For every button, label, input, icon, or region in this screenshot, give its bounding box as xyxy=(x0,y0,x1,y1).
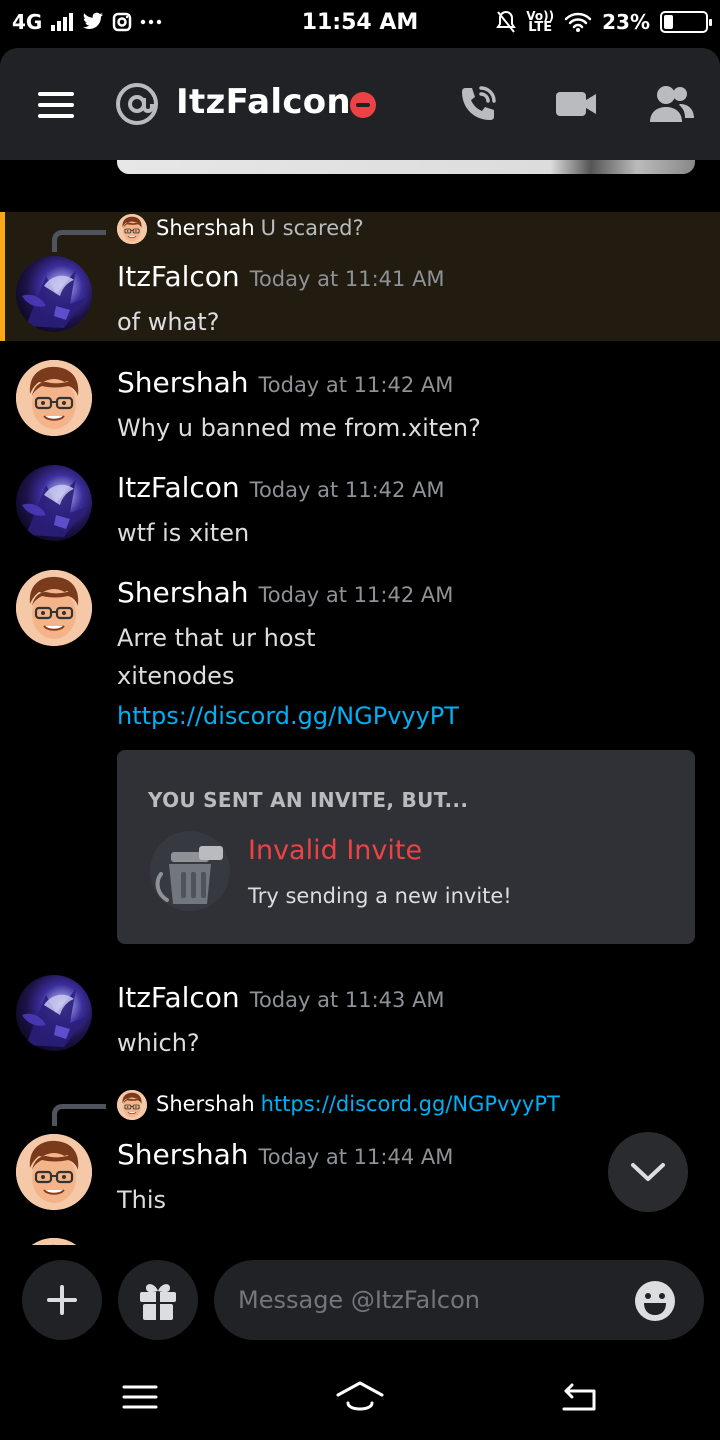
members-icon[interactable] xyxy=(650,82,694,126)
message-list[interactable]: Shershah U scared? ItzFalcon Today at 11:4… xyxy=(0,160,720,1245)
author-name: ItzFalcon xyxy=(117,260,240,293)
avatar[interactable] xyxy=(16,360,92,436)
wifi-icon xyxy=(564,12,592,32)
message-author[interactable]: ItzFalcon Today at 11:42 AM xyxy=(117,471,445,504)
author-name: ItzFalcon xyxy=(117,471,240,504)
message-text: Arre that ur host xyxy=(117,624,316,652)
battery-fill xyxy=(664,15,673,29)
dnd-status-icon xyxy=(350,92,376,118)
status-right: Vo)) LTE 23% xyxy=(496,10,712,34)
lte-label: LTE xyxy=(528,20,553,35)
page-title: ItzFalcon xyxy=(176,82,351,122)
message-text: which? xyxy=(117,1029,200,1057)
gift-button[interactable] xyxy=(118,1260,198,1340)
home-icon[interactable] xyxy=(334,1377,386,1417)
reply-connector xyxy=(52,1104,106,1126)
author-name: Shershah xyxy=(117,1138,249,1171)
author-name: Shershah xyxy=(117,366,249,399)
avatar[interactable] xyxy=(16,465,92,541)
reply-avatar[interactable] xyxy=(117,214,147,244)
avatar[interactable] xyxy=(16,570,92,646)
volte-icon: Vo)) LTE xyxy=(526,10,554,34)
author-name: ItzFalcon xyxy=(117,981,240,1014)
hamburger-icon[interactable] xyxy=(38,92,74,118)
author-name: Shershah xyxy=(117,576,249,609)
reply-text: U scared? xyxy=(260,216,364,240)
avatar[interactable] xyxy=(16,975,92,1051)
invite-heading: YOU SENT AN INVITE, BUT... xyxy=(148,788,469,812)
message-text: of what? xyxy=(117,308,220,336)
message-author[interactable]: Shershah Today at 11:42 AM xyxy=(117,366,453,399)
channel-header: ItzFalcon xyxy=(0,48,720,160)
trash-can-icon xyxy=(150,831,230,911)
message[interactable]: Shershah Today at 11:42 AM Why u banned m… xyxy=(0,360,720,450)
emoji-icon[interactable] xyxy=(634,1280,676,1322)
message[interactable]: ItzFalcon Today at 11:42 AM wtf is xiten xyxy=(0,465,720,555)
message-timestamp: Today at 11:41 AM xyxy=(249,267,445,291)
message-text: wtf is xiten xyxy=(117,519,250,547)
message-author[interactable]: Shershah Today at 11:44 AM xyxy=(117,1138,453,1171)
gift-icon xyxy=(140,1284,176,1320)
invite-link[interactable]: https://discord.gg/NGPvyyPT xyxy=(117,702,459,730)
mute-icon xyxy=(496,10,517,33)
status-bar: 4G 11:54 AM Vo)) LTE 23% xyxy=(0,0,720,48)
message-author[interactable]: Shershah Today at 11:42 AM xyxy=(117,576,453,609)
reply-connector xyxy=(52,230,106,252)
battery-percent: 23% xyxy=(602,10,650,34)
invite-embed[interactable]: YOU SENT AN INVITE, BUT... Invalid Invit… xyxy=(117,750,695,944)
message-highlighted[interactable]: Shershah U scared? ItzFalcon Today at 11:4… xyxy=(0,212,720,341)
call-icon[interactable] xyxy=(456,82,500,126)
reply-author: Shershah xyxy=(156,1092,255,1116)
message-author[interactable]: ItzFalcon Today at 11:41 AM xyxy=(117,260,445,293)
video-icon[interactable] xyxy=(554,82,598,126)
composer xyxy=(0,1245,720,1355)
message-input[interactable] xyxy=(214,1260,704,1340)
attach-button[interactable] xyxy=(22,1260,102,1340)
avatar-partial[interactable] xyxy=(16,1238,92,1245)
reply-preview[interactable]: Shershah https://discord.gg/NGPvyyPT xyxy=(156,1092,560,1116)
reply-preview[interactable]: Shershah U scared? xyxy=(156,216,364,240)
message-text: Why u banned me from.xiten? xyxy=(117,414,481,442)
menu-icon[interactable] xyxy=(118,1377,162,1417)
message-author[interactable]: ItzFalcon Today at 11:43 AM xyxy=(117,981,445,1014)
avatar[interactable] xyxy=(16,1134,92,1210)
avatar[interactable] xyxy=(16,256,92,332)
message-timestamp: Today at 11:44 AM xyxy=(258,1145,454,1169)
at-icon xyxy=(116,83,158,125)
message[interactable]: ItzFalcon Today at 11:43 AM which? xyxy=(0,975,720,1065)
message-timestamp: Today at 11:42 AM xyxy=(258,583,454,607)
system-nav-bar xyxy=(0,1355,720,1440)
message-text: xitenodes xyxy=(117,662,235,690)
battery-icon xyxy=(660,11,712,33)
jump-to-bottom-button[interactable] xyxy=(608,1132,688,1212)
reply-author: Shershah xyxy=(156,216,255,240)
back-icon[interactable] xyxy=(556,1377,600,1417)
embed-image-partial[interactable] xyxy=(117,160,695,174)
message-text: This xyxy=(117,1186,167,1214)
reply-avatar[interactable] xyxy=(117,1090,147,1120)
chevron-down-icon xyxy=(631,1163,665,1181)
reply-link[interactable]: https://discord.gg/NGPvyyPT xyxy=(261,1092,560,1116)
message-timestamp: Today at 11:43 AM xyxy=(249,988,445,1012)
invite-subtitle: Try sending a new invite! xyxy=(248,884,512,908)
message-timestamp: Today at 11:42 AM xyxy=(258,373,454,397)
plus-icon xyxy=(47,1285,77,1315)
invite-title: Invalid Invite xyxy=(248,835,423,866)
message-timestamp: Today at 11:42 AM xyxy=(249,478,445,502)
